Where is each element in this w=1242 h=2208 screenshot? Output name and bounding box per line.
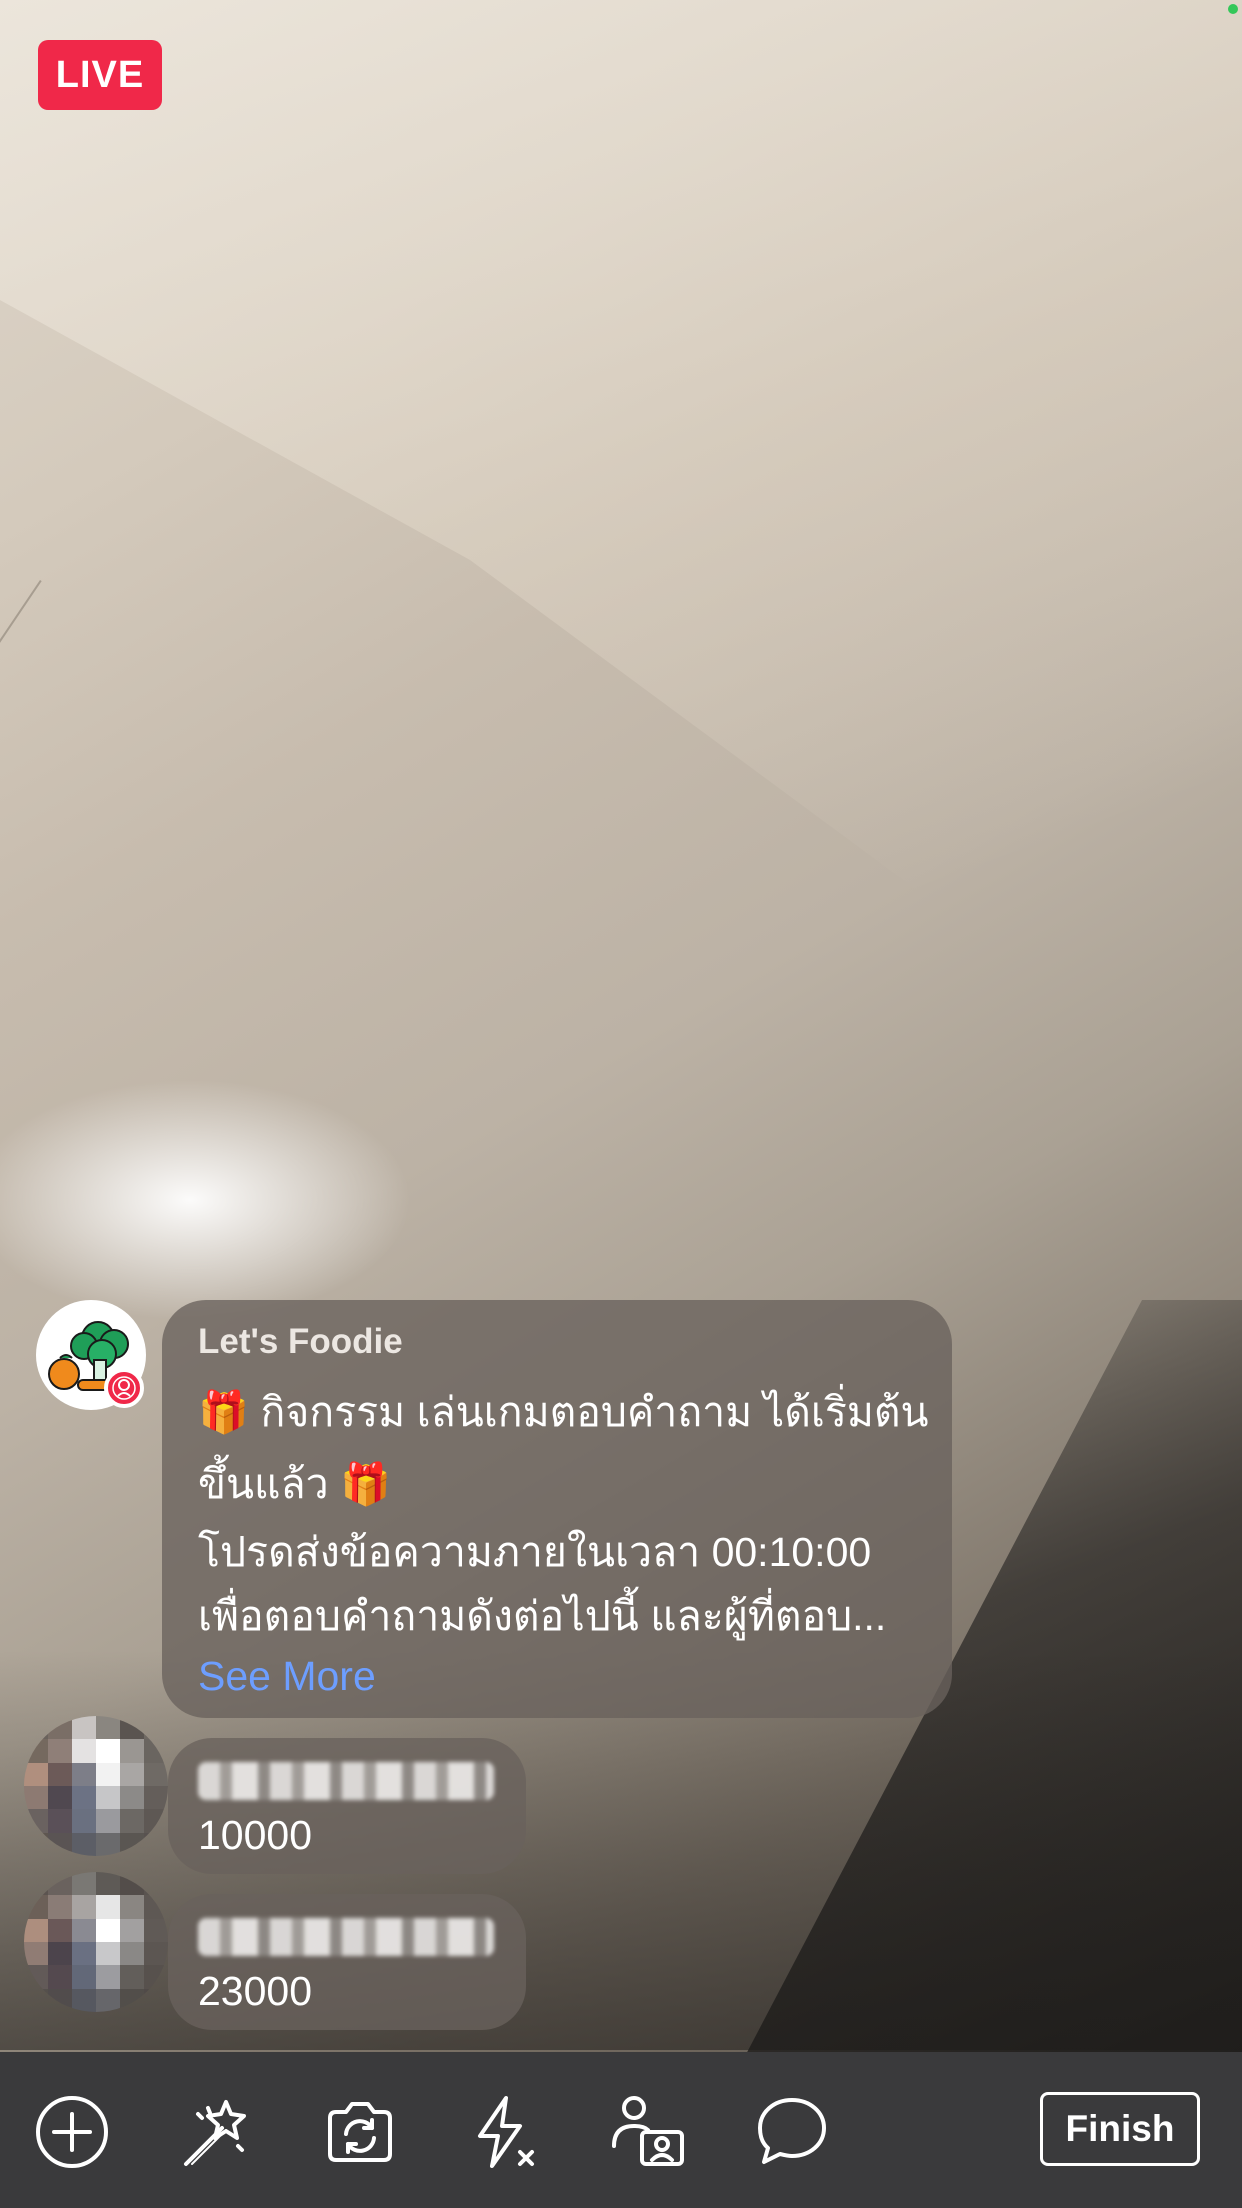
broadcast-toolbar: Finish bbox=[0, 2052, 1242, 2208]
avatar[interactable] bbox=[24, 1872, 168, 2012]
status-dot bbox=[1228, 4, 1238, 14]
comment-bubble[interactable]: 23000 bbox=[168, 1894, 526, 2030]
comment-message: 10000 bbox=[198, 1812, 313, 1858]
flash-off-icon bbox=[478, 2096, 534, 2168]
add-button[interactable] bbox=[32, 2092, 112, 2172]
comment-text-line: เพื่อตอบคำถามดังต่อไปนี้ และผู้ที่ตอบ... bbox=[198, 1593, 887, 1639]
blurred-author-name bbox=[198, 1918, 494, 1956]
comment-message: 23000 bbox=[198, 1968, 313, 2014]
ceiling-surface bbox=[0, 0, 1242, 1130]
flip-camera-button[interactable] bbox=[320, 2092, 400, 2172]
wall-crack bbox=[0, 580, 42, 1145]
comment-text-line: ขึ้นแล้ว 🎁 bbox=[198, 1461, 392, 1507]
camera-preview bbox=[0, 0, 1242, 2208]
comment-bubble[interactable]: 10000 bbox=[168, 1738, 526, 1874]
plus-circle-icon bbox=[36, 2096, 108, 2168]
comment-bubble-icon bbox=[758, 2098, 826, 2164]
see-more-link[interactable]: See More bbox=[198, 1646, 916, 1706]
live-indicator-icon bbox=[104, 1368, 144, 1408]
avatar[interactable] bbox=[24, 1716, 168, 1856]
live-with-guest-button[interactable] bbox=[608, 2092, 688, 2172]
effects-button[interactable] bbox=[176, 2092, 256, 2172]
add-guest-icon bbox=[612, 2096, 684, 2166]
live-badge: LIVE bbox=[38, 40, 162, 110]
comment-bubble-page-post[interactable]: Let's Foodie 🎁 กิจกรรม เล่นเกมตอบคำถาม ไ… bbox=[162, 1300, 952, 1718]
comment-text-line: 🎁 กิจกรรม เล่นเกมตอบคำถาม ได้เริ่มต้น bbox=[198, 1389, 929, 1435]
comment-text-line: โปรดส่งข้อความภายในเวลา 00:10:00 bbox=[198, 1529, 872, 1575]
comment-author: Let's Foodie bbox=[198, 1322, 403, 1361]
blurred-author-name bbox=[198, 1762, 494, 1800]
finish-button[interactable]: Finish bbox=[1040, 2092, 1200, 2166]
flash-toggle-button[interactable] bbox=[464, 2092, 544, 2172]
camera-flip-icon bbox=[328, 2102, 392, 2162]
magic-wand-icon bbox=[184, 2100, 246, 2166]
comments-toggle-button[interactable] bbox=[752, 2092, 832, 2172]
